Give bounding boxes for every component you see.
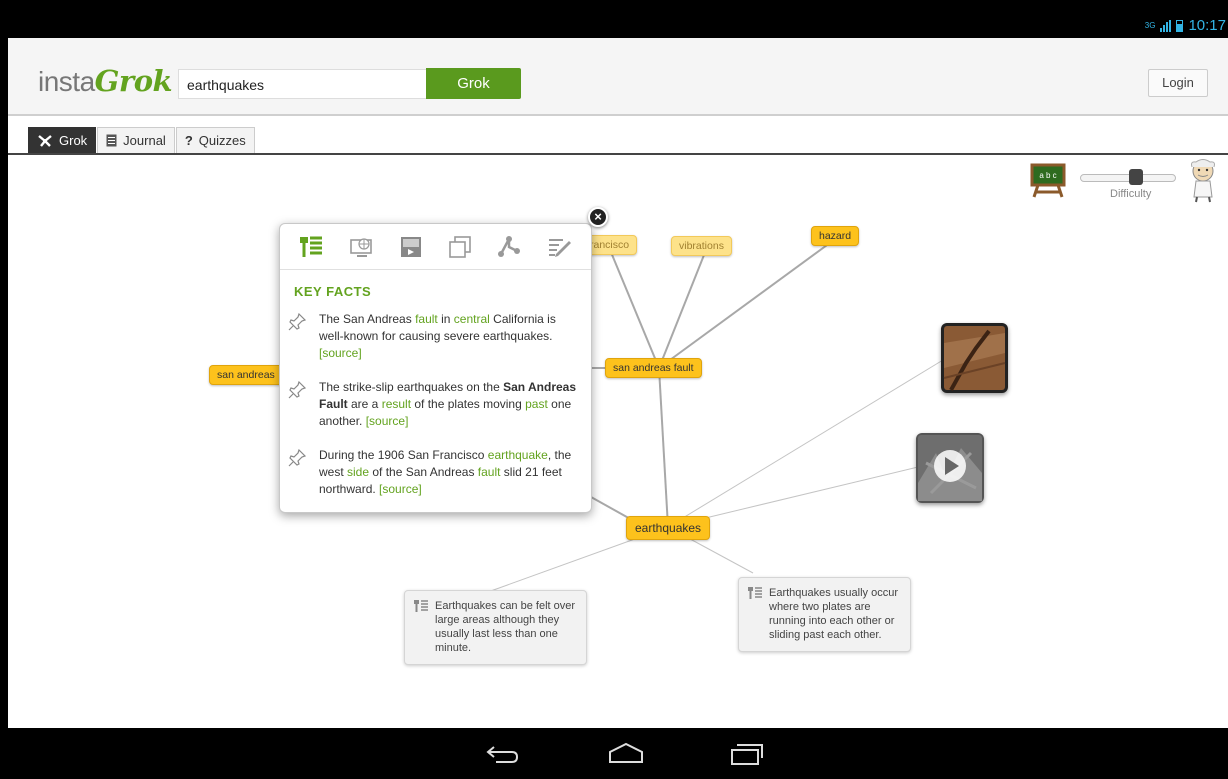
tab-label: Journal [123, 133, 166, 148]
video-thumbnail[interactable] [916, 433, 984, 503]
key-fact-item: The strike-slip earthquakes on the San A… [288, 379, 577, 430]
recent-apps-icon[interactable] [730, 741, 764, 767]
pin-icon[interactable] [288, 313, 306, 331]
chalkboard-icon: a b c [1030, 163, 1066, 198]
home-icon[interactable] [608, 741, 644, 765]
concept-node-san-andreas-fault[interactable]: san andreas fault [605, 358, 702, 378]
key-fact-item: During the 1906 San Francisco earthquake… [288, 447, 577, 498]
fact-icon [413, 599, 429, 617]
fact-card-text: Earthquakes can be felt over large areas… [435, 600, 576, 654]
fact-card-felt-large-areas[interactable]: Earthquakes can be felt over large areas… [404, 590, 587, 665]
keyword-link[interactable]: result [382, 397, 411, 411]
einstein-icon [1191, 159, 1215, 203]
fact-icon [747, 586, 763, 604]
keyword-link[interactable]: side [347, 465, 369, 479]
login-button[interactable]: Login [1148, 69, 1208, 97]
source-link[interactable]: [source] [319, 346, 362, 360]
images-icon[interactable] [448, 235, 471, 258]
tab-bar: Grok Journal ? Quizzes [28, 127, 256, 154]
android-nav-bar [8, 728, 1228, 779]
concept-node-san-andreas[interactable]: san andreas [209, 365, 283, 385]
battery-icon [1176, 19, 1184, 32]
tab-label: Grok [59, 133, 88, 148]
videos-icon[interactable] [400, 235, 422, 259]
status-bar: 3G 10:17 [8, 0, 1228, 38]
keyword-link[interactable]: fault [478, 465, 501, 479]
concept-node-earthquakes[interactable]: earthquakes [626, 516, 711, 540]
key-fact-item: The San Andreas fault in central Califor… [288, 311, 577, 362]
fault-photo [943, 326, 1006, 391]
source-link[interactable]: [source] [366, 414, 409, 428]
logo-brand: Grok [94, 64, 173, 98]
quiz-edit-icon[interactable] [548, 236, 572, 258]
close-popup-button[interactable]: × [588, 207, 608, 227]
source-link[interactable]: [source] [379, 482, 422, 496]
popup-heading: KEY FACTS [294, 284, 372, 299]
network-type: 3G [1144, 21, 1156, 30]
tab-journal[interactable]: Journal [97, 127, 175, 153]
signal-icon [1160, 19, 1172, 32]
search-input[interactable]: earthquakes [178, 69, 427, 99]
key-facts-popup: KEY FACTS The San Andreas fault in centr… [279, 223, 592, 513]
key-facts-icon[interactable] [299, 236, 323, 258]
fact-text: of the plates moving [411, 397, 526, 411]
difficulty-label: Difficulty [1110, 188, 1152, 200]
tab-quizzes[interactable]: ? Quizzes [175, 127, 255, 153]
grok-network-icon [38, 134, 52, 147]
app-header: instaGrok earthquakes Grok Login [8, 38, 1228, 116]
concepts-icon[interactable] [497, 235, 521, 258]
tab-label: Quizzes [198, 133, 246, 148]
fault-photo-thumbnail[interactable] [941, 323, 1008, 393]
tab-grok[interactable]: Grok [28, 127, 97, 153]
fact-text: The strike-slip earthquakes on the [319, 380, 504, 394]
chalkboard-text: a b c [1039, 171, 1056, 180]
difficulty-control: a b c Difficulty [1030, 159, 1220, 211]
key-facts-list: The San Andreas fault in central Califor… [288, 311, 577, 498]
fact-text: During the 1906 San Francisco [319, 448, 488, 462]
keyword-link[interactable]: fault [415, 312, 438, 326]
keyword-link[interactable]: central [454, 312, 490, 326]
concept-node-vibrations[interactable]: vibrations [671, 236, 732, 256]
question-icon: ? [184, 133, 193, 148]
concept-node-hazard[interactable]: hazard [811, 226, 860, 246]
fact-text: are a [347, 397, 382, 411]
fact-card-plates[interactable]: Earthquakes usually occur where two plat… [738, 577, 911, 652]
instagrok-logo[interactable]: instaGrok [38, 64, 173, 98]
fact-text: of the San Andreas [369, 465, 478, 479]
tablet-screen: 3G 10:17 instaGrok earthquakes Grok Logi… [8, 0, 1228, 779]
logo-prefix: insta [38, 66, 95, 97]
back-icon[interactable] [486, 741, 520, 765]
fact-text: The San Andreas [319, 312, 416, 326]
video-play-icon [918, 435, 982, 501]
popup-toolbar [280, 224, 591, 270]
fact-text: in [437, 312, 454, 326]
difficulty-slider-thumb[interactable] [1129, 169, 1144, 185]
journal-icon [106, 134, 117, 147]
websites-icon[interactable] [349, 236, 374, 258]
difficulty-slider-track[interactable] [1080, 174, 1176, 182]
pin-icon[interactable] [288, 449, 306, 467]
grok-button[interactable]: Grok [426, 68, 521, 99]
keyword-link[interactable]: earthquake [488, 448, 548, 462]
fact-card-text: Earthquakes usually occur where two plat… [769, 587, 899, 641]
keyword-link[interactable]: past [525, 397, 548, 411]
clock: 10:17 [1188, 17, 1226, 34]
pin-icon[interactable] [288, 381, 306, 399]
concept-map[interactable]: hazard vibrations rancisco san andreas f… [8, 155, 1228, 728]
